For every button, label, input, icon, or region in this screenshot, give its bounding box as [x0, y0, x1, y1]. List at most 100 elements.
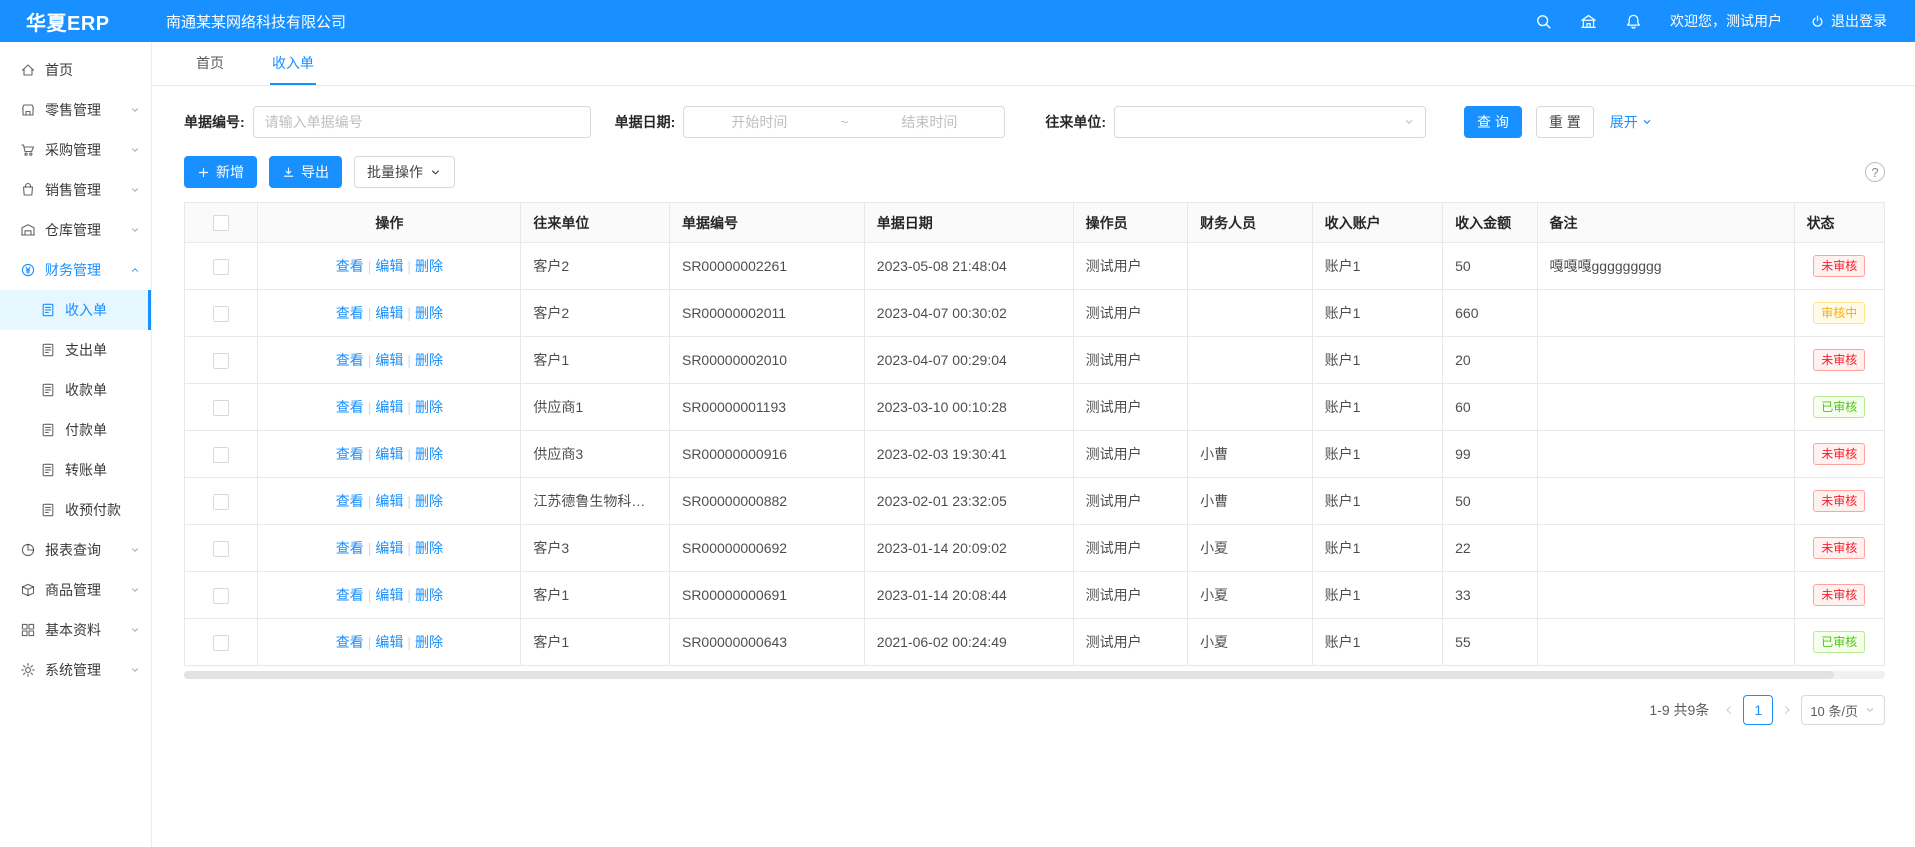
edit-link[interactable]: 编辑 [375, 540, 403, 556]
row-checkbox[interactable] [213, 306, 229, 322]
delete-link[interactable]: 删除 [415, 352, 443, 368]
sidebar-item-base-data[interactable]: 基本资料 [0, 610, 151, 650]
bill-no-input[interactable] [253, 106, 591, 138]
next-page-button[interactable] [1781, 704, 1793, 716]
delete-link[interactable]: 删除 [415, 634, 443, 650]
sidebar-item-sales[interactable]: 销售管理 [0, 170, 151, 210]
sidebar-subitem-income-bill[interactable]: 收入单 [0, 290, 151, 330]
scrollbar-thumb[interactable] [184, 671, 1834, 679]
edit-link[interactable]: 编辑 [375, 399, 403, 415]
prev-page-button[interactable] [1723, 704, 1735, 716]
date-range-picker[interactable]: 开始时间 ~ 结束时间 [683, 106, 1005, 138]
bell-icon[interactable] [1625, 13, 1642, 30]
view-link[interactable]: 查看 [336, 634, 364, 650]
cell-finance: 小曹 [1188, 478, 1313, 525]
sidebar-subitem-label: 收款单 [65, 380, 107, 400]
view-link[interactable]: 查看 [336, 352, 364, 368]
tab-home[interactable]: 首页 [194, 42, 226, 85]
view-link[interactable]: 查看 [336, 587, 364, 603]
sidebar-subitem-expense-bill[interactable]: 支出单 [0, 330, 151, 370]
welcome-text: 欢迎您，测试用户 [1670, 11, 1782, 31]
view-link[interactable]: 查看 [336, 258, 364, 274]
edit-link[interactable]: 编辑 [375, 305, 403, 321]
page-size-select[interactable]: 10 条/页 [1801, 695, 1885, 725]
view-link[interactable]: 查看 [336, 540, 364, 556]
sidebar-subitem-payment-bill[interactable]: 付款单 [0, 410, 151, 450]
row-checkbox[interactable] [213, 541, 229, 557]
sidebar-subitem-receipt-bill[interactable]: 收款单 [0, 370, 151, 410]
sidebar-item-finance[interactable]: 财务管理 [0, 250, 151, 290]
view-link[interactable]: 查看 [336, 493, 364, 509]
edit-link[interactable]: 编辑 [375, 446, 403, 462]
power-icon [1810, 14, 1825, 29]
actions-cell: 查看|编辑|删除 [258, 572, 521, 619]
delete-link[interactable]: 删除 [415, 446, 443, 462]
row-checkbox[interactable] [213, 353, 229, 369]
logout-button[interactable]: 退出登录 [1810, 11, 1887, 31]
sidebar-item-purchase[interactable]: 采购管理 [0, 130, 151, 170]
expand-link[interactable]: 展开 [1610, 112, 1653, 132]
cell-amount: 50 [1443, 478, 1537, 525]
search-icon[interactable] [1535, 13, 1552, 30]
search-button[interactable]: 查 询 [1464, 106, 1522, 138]
edit-link[interactable]: 编辑 [375, 587, 403, 603]
download-icon [282, 166, 295, 179]
status-badge: 未审核 [1813, 349, 1865, 371]
edit-link[interactable]: 编辑 [375, 634, 403, 650]
cell-operator: 测试用户 [1073, 572, 1187, 619]
select-all-checkbox[interactable] [213, 215, 229, 231]
sidebar-subitem-transfer-bill[interactable]: 转账单 [0, 450, 151, 490]
topbar: 华夏ERP 南通某某网络科技有限公司 欢迎您，测试用户 退出登录 [0, 0, 1915, 42]
action-divider: | [407, 493, 411, 509]
batch-actions-button[interactable]: 批量操作 [354, 156, 455, 188]
page-number-button[interactable]: 1 [1743, 695, 1773, 725]
sidebar-item-report[interactable]: 报表查询 [0, 530, 151, 570]
chevron-down-icon [1864, 704, 1876, 716]
sidebar-item-retail[interactable]: 零售管理 [0, 90, 151, 130]
horizontal-scrollbar[interactable] [184, 671, 1885, 679]
main-area: 首页收入单 单据编号: 单据日期: 开始时间 ~ 结束时间 往来单位: [152, 42, 1915, 847]
chevron-down-icon [129, 224, 141, 236]
view-link[interactable]: 查看 [336, 446, 364, 462]
delete-link[interactable]: 删除 [415, 587, 443, 603]
edit-link[interactable]: 编辑 [375, 493, 403, 509]
unit-select[interactable] [1114, 106, 1426, 138]
help-icon[interactable]: ? [1865, 162, 1885, 182]
row-checkbox[interactable] [213, 494, 229, 510]
expand-link-label: 展开 [1610, 112, 1638, 132]
cell-unit: 客户1 [521, 572, 670, 619]
checkbox-cell [185, 525, 258, 572]
cell-amount: 55 [1443, 619, 1537, 666]
add-button[interactable]: 新增 [184, 156, 257, 188]
tab-income-bill[interactable]: 收入单 [270, 42, 316, 85]
action-divider: | [368, 352, 372, 368]
edit-link[interactable]: 编辑 [375, 258, 403, 274]
cell-unit: 供应商1 [521, 384, 670, 431]
status-cell: 未审核 [1794, 572, 1884, 619]
view-link[interactable]: 查看 [336, 305, 364, 321]
export-button[interactable]: 导出 [269, 156, 342, 188]
sidebar-item-label: 报表查询 [45, 540, 129, 560]
row-checkbox[interactable] [213, 635, 229, 651]
status-cell: 未审核 [1794, 525, 1884, 572]
sidebar-item-goods[interactable]: 商品管理 [0, 570, 151, 610]
sidebar-subitem-advance-receipt[interactable]: 收预付款 [0, 490, 151, 530]
platform-icon[interactable] [1580, 13, 1597, 30]
delete-link[interactable]: 删除 [415, 493, 443, 509]
chevron-down-icon [129, 664, 141, 676]
delete-link[interactable]: 删除 [415, 399, 443, 415]
sidebar-item-system[interactable]: 系统管理 [0, 650, 151, 690]
row-checkbox[interactable] [213, 400, 229, 416]
edit-link[interactable]: 编辑 [375, 352, 403, 368]
delete-link[interactable]: 删除 [415, 305, 443, 321]
delete-link[interactable]: 删除 [415, 258, 443, 274]
status-badge: 未审核 [1813, 490, 1865, 512]
row-checkbox[interactable] [213, 447, 229, 463]
delete-link[interactable]: 删除 [415, 540, 443, 556]
sidebar-item-warehouse[interactable]: 仓库管理 [0, 210, 151, 250]
row-checkbox[interactable] [213, 259, 229, 275]
view-link[interactable]: 查看 [336, 399, 364, 415]
reset-button[interactable]: 重 置 [1536, 106, 1594, 138]
sidebar-item-home[interactable]: 首页 [0, 50, 151, 90]
row-checkbox[interactable] [213, 588, 229, 604]
